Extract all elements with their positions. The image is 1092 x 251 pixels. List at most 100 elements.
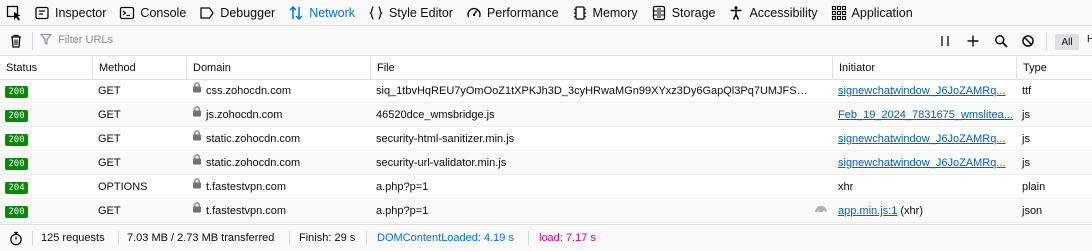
column-type[interactable]: Type [1016,57,1092,80]
inspector-icon [33,5,51,21]
status-cell: 200 [0,152,92,175]
type-cell: js [1022,157,1030,169]
status-cell: 200 [0,104,92,127]
initiator-cause: (xhr) [897,205,923,217]
type-cell: js [1022,109,1030,121]
trash-icon [11,34,21,48]
tab-debugger[interactable]: Debugger [193,0,282,25]
picker-icon [6,5,21,20]
type-cell: ttf [1022,85,1032,97]
initiator-link[interactable]: signewchatwindow_J6JoZAMRq... [838,133,1006,145]
initiator-cell: app.min.js:1 (xhr) [832,200,1016,223]
file-cell: a.php?p=1 [376,205,429,217]
tab-inspector[interactable]: Inspector [28,0,113,25]
style-editor-icon [367,5,385,21]
tab-memory[interactable]: Memory [566,0,645,25]
request-row[interactable]: 200 GET t.fastestvpn.com a.php?p=1 app.min.j… [0,200,1092,223]
initiator-link[interactable]: signewchatwindow_J6JoZAMRq... [838,157,1006,169]
performance-icon [465,5,483,21]
initiator-cell: Feb_19_2024_7831675_wmslitea... [832,104,1016,127]
toolbar-separator [1046,32,1047,50]
tab-label: Inspector [55,5,107,20]
filter-html-button[interactable]: H [1087,34,1092,45]
tab-network[interactable]: Network [282,0,362,25]
filter-icon [40,33,54,47]
transferred-size: 7.03 MB / 2.73 MB transferred [127,232,275,244]
file-cell: a.php?p=1 [376,181,429,193]
tab-performance[interactable]: Performance [460,0,566,25]
column-domain[interactable]: Domain [186,57,370,80]
initiator-link: xhr [838,181,854,193]
initiator-cell: signewchatwindow_J6JoZAMRq... [832,128,1016,151]
type-cell: json [1022,205,1043,217]
method-cell: OPTIONS [98,181,148,193]
network-toolbar: Filter URLs All H [0,27,1092,56]
domain-cell: static.zohocdn.com [186,128,370,151]
domain-cell: t.fastestvpn.com [186,200,370,223]
tab-label: Accessibility [749,5,818,20]
domain-text: static.zohocdn.com [206,157,301,169]
domain-cell: static.zohocdn.com [186,152,370,175]
tab-label: Network [309,5,356,20]
request-row[interactable]: 200 GET static.zohocdn.com security-html-sa… [0,128,1092,151]
lock-icon [192,152,202,174]
tab-label: Storage [671,5,716,20]
tracker-icon [808,200,832,223]
domain-text: js.zohocdn.com [206,109,283,121]
console-icon [118,5,136,21]
method-cell: GET [98,205,121,217]
status-badge: 200 [5,110,28,122]
block-requests-button[interactable] [1019,33,1037,49]
column-method[interactable]: Method [92,57,186,80]
lock-icon [192,128,202,150]
filter-placeholder: Filter URLs [58,34,114,46]
file-cell: security-html-sanitizer.min.js [376,133,515,145]
method-cell: GET [98,85,121,97]
lock-icon [192,176,202,198]
tab-label: Performance [486,5,559,20]
tab-accessibility[interactable]: Accessibility [722,0,824,25]
tab-label: Style Editor [389,5,453,20]
network-icon [287,5,305,21]
request-row[interactable]: 200 GET static.zohocdn.com security-url-val… [0,152,1092,175]
network-summary-bar: 125 requests 7.03 MB / 2.73 MB transferr… [0,224,1092,251]
domain-text: t.fastestvpn.com [206,205,287,217]
application-icon [830,5,848,21]
file-cell: 46520dce_wmsbridge.js [376,109,495,121]
initiator-link[interactable]: signewchatwindow_J6JoZAMRq... [838,85,1006,97]
tab-style-editor[interactable]: Style Editor [362,0,460,25]
clear-button[interactable] [8,33,24,49]
load-time: load: 7.17 s [539,232,596,244]
request-row[interactable]: 200 GET js.zohocdn.com 46520dce_wmsbridge.j… [0,104,1092,127]
request-row[interactable]: 200 GET css.zohocdn.com siq_1tbvHqREU7yOmOo… [0,80,1092,103]
search-button[interactable] [992,33,1010,49]
accessibility-icon [727,5,745,21]
initiator-cell: xhr [832,176,1016,199]
column-file[interactable]: File [370,57,832,80]
column-initiator[interactable]: Initiator [832,57,1016,80]
new-request-button[interactable] [964,33,982,49]
element-picker-button[interactable] [0,0,28,25]
plus-icon [967,35,979,47]
file-cell: security-url-validator.min.js [376,157,507,169]
performance-analysis-button[interactable] [9,225,23,251]
request-row[interactable]: 204 OPTIONS t.fastestvpn.com a.php?p=1 xhr pl… [0,176,1092,199]
method-cell: GET [98,109,121,121]
filter-all-button[interactable]: All [1055,34,1079,50]
initiator-link[interactable]: app.min.js:1 [838,205,897,217]
tab-label: Memory [592,5,638,20]
type-cell: plain [1022,181,1046,193]
column-status[interactable]: Status [0,57,92,80]
status-badge: 200 [5,86,28,98]
status-cell: 200 [0,128,92,151]
tab-application[interactable]: Application [825,0,920,25]
status-badge: 200 [5,134,28,146]
pause-button[interactable] [936,33,954,49]
block-icon [1022,35,1034,47]
filter-urls-input[interactable]: Filter URLs [40,33,113,47]
status-cell: 200 [0,80,92,103]
initiator-link[interactable]: Feb_19_2024_7831675_wmslitea... [838,109,1013,121]
tab-storage[interactable]: Storage [645,0,723,25]
tab-console[interactable]: Console [113,0,193,25]
status-badge: 200 [5,158,28,170]
